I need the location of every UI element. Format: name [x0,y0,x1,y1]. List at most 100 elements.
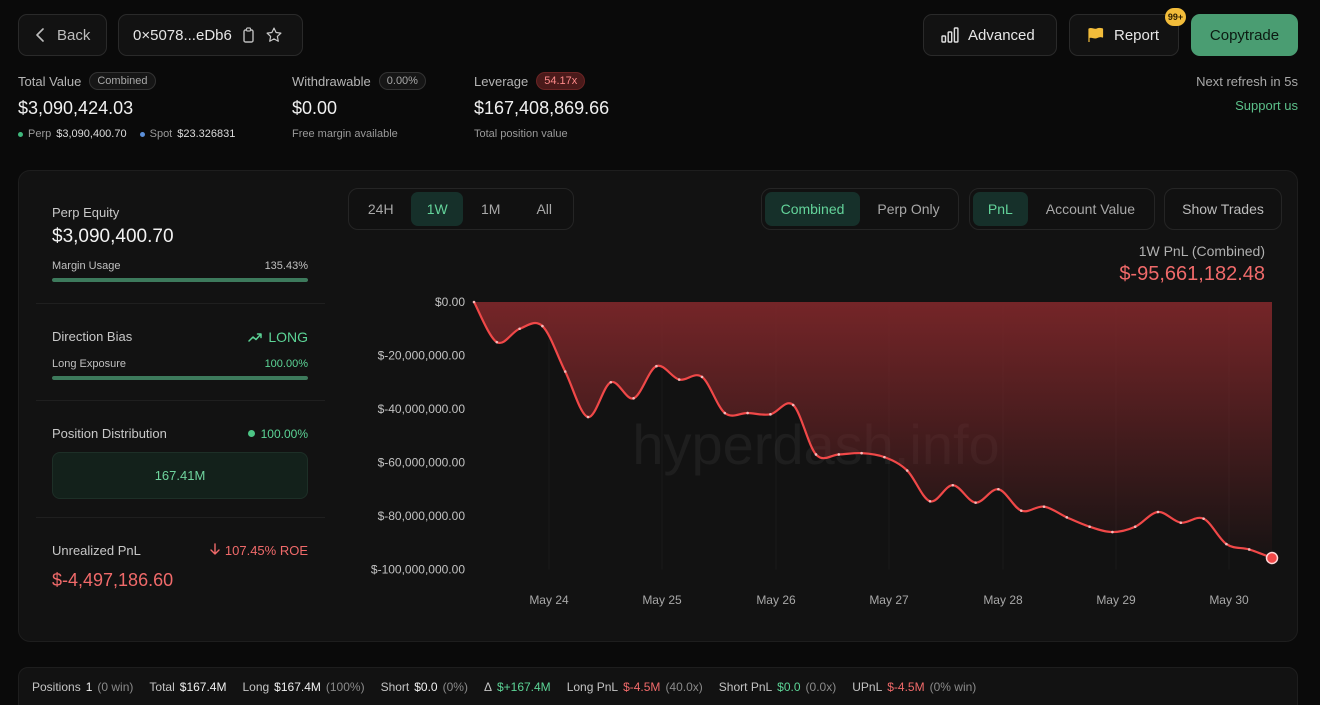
spot-value: $23.326831 [177,128,236,140]
withdrawable-sub: Free margin available [292,128,398,140]
short-pct: (0%) [442,680,468,694]
leverage-pill: 54.17x [536,72,586,90]
y-tick-label: $-20,000,000.00 [378,349,466,363]
data-point [518,327,521,331]
long-pct: (100%) [325,680,365,694]
x-tick-label: May 25 [642,593,682,607]
address-chip: 0×5078...eDb6 [118,14,303,56]
wallet-address: 0×5078...eDb6 [133,26,232,44]
leverage-stat: Leverage 54.17x $167,408,869.66 Total pos… [474,72,609,140]
data-point [632,397,635,400]
data-point [541,324,544,328]
positions-count: 1 [85,680,93,694]
delta-value: $+167.4M [496,680,551,694]
positions-win: (0 win) [97,680,134,694]
data-point [1225,542,1228,546]
data-point [905,469,909,472]
pnl-chart[interactable]: May 24 May 25 May 26 May 27 May 28 May 29 May … [19,171,1299,643]
refresh-countdown: Next refresh in 5s [1196,74,1298,89]
data-point [769,413,772,416]
withdrawable-pill: 0.00% [378,72,426,90]
short-pnl-label: Short PnL [718,680,773,694]
advanced-label: Advanced [968,26,1035,44]
x-tick-label: May 30 [1209,593,1249,607]
withdrawable-stat: Withdrawable 0.00% $0.00 Free margin avai… [292,72,426,140]
leverage-value: $167,408,869.66 [474,98,610,118]
data-point [1247,548,1251,551]
upnl-win: (0% win) [929,680,977,694]
data-point [609,380,613,384]
data-point [951,483,955,487]
bar-chart-icon [941,27,959,43]
spot-label: Spot [149,128,173,140]
short-pnl-leverage: (0.0x) [805,680,837,694]
x-tick-label: May 29 [1096,593,1136,607]
x-tick-label: May 27 [869,593,909,607]
data-point [1133,525,1137,528]
data-point [700,375,704,379]
long-label: Long [242,680,270,694]
data-point [1179,521,1183,524]
short-value: $0.0 [414,680,438,694]
long-pnl-leverage: (40.0x) [665,680,703,694]
data-point [495,340,499,344]
data-point [586,415,590,419]
upnl-label: UPnL [852,680,883,694]
short-label: Short [380,680,410,694]
data-point [1065,516,1069,519]
data-point [677,378,681,381]
data-point [837,453,841,456]
data-point [1019,509,1023,512]
data-point [723,411,727,415]
data-point [814,453,818,456]
star-icon[interactable] [265,26,283,44]
data-point [928,499,932,503]
long-value: $167.4M [274,680,321,694]
y-tick-label: $0.00 [435,295,465,309]
long-pnl-value: $-4.5M [623,680,661,694]
data-point [1042,505,1046,508]
combined-pill: Combined [89,72,156,90]
delta-label: Δ [483,680,492,694]
perp-dot-icon [18,131,23,137]
data-point [860,451,863,455]
perp-value: $3,090,400.70 [56,128,127,140]
back-label: Back [57,26,91,44]
total-label: Total [149,680,175,694]
report-label: Report [1114,26,1160,44]
copytrade-button[interactable]: Copytrade [1191,14,1298,56]
y-tick-label: $-40,000,000.00 [378,402,466,416]
advanced-button[interactable]: Advanced [923,14,1057,56]
data-point [1111,530,1114,534]
pnl-area-fill [474,302,1272,558]
total-value: $3,090,424.03 [18,98,134,118]
x-tick-label: May 24 [529,593,569,607]
x-tick-label: May 26 [756,593,796,607]
current-point [1265,551,1279,565]
support-link[interactable]: Support us [1235,98,1298,113]
short-pnl-value: $0.0 [777,680,801,694]
report-count-badge: 99+ [1165,8,1186,26]
x-tick-label: May 28 [983,593,1023,607]
chevron-left-icon [35,28,45,42]
report-button[interactable]: Report [1069,14,1179,56]
data-point [472,300,476,304]
data-point [1202,517,1205,520]
data-point [746,411,749,415]
copy-icon[interactable] [242,27,255,43]
data-point [563,370,567,373]
upnl-value: $-4.5M [887,680,925,694]
total-value-label: Total Value [18,73,82,89]
positions-summary-bar: Positions 1 (0 win) Total $167.4M Long $167.… [18,667,1298,705]
back-button[interactable]: Back [18,14,107,56]
flag-icon [1087,27,1104,43]
positions-label: Positions [32,680,81,694]
total-value: $167.4M [179,680,227,694]
data-point [997,487,1000,491]
perp-label: Perp [28,128,52,140]
y-tick-label: $-100,000,000.00 [371,563,465,577]
spot-dot-icon [139,131,145,137]
y-tick-label: $-60,000,000.00 [378,456,466,470]
data-point [655,364,658,368]
withdrawable-value: $0.00 [292,98,338,118]
